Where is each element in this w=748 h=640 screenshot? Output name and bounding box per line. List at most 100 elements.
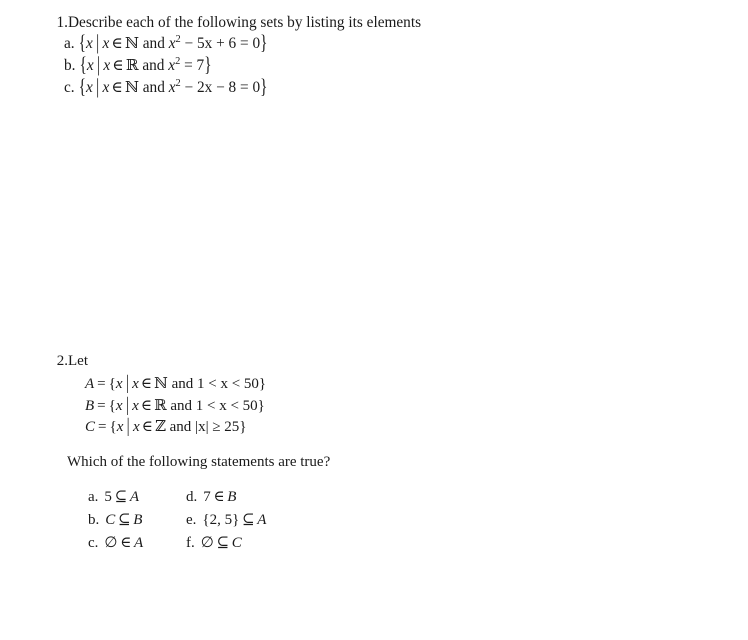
- set-builder-var: x: [115, 397, 123, 414]
- member-of-symbol: ∈: [111, 79, 123, 96]
- set-builder-var: x: [116, 419, 124, 435]
- option-d[interactable]: d. 7 ∈ B: [186, 486, 388, 509]
- number-set-symbol: ℤ: [154, 419, 166, 435]
- conjunction-word: and: [170, 397, 192, 414]
- close-brace: }: [260, 75, 268, 99]
- condition-var: x: [132, 397, 139, 414]
- option-f-right: C: [231, 535, 242, 551]
- problem-2-number: 2.: [56, 353, 68, 369]
- option-c-right: A: [133, 535, 144, 551]
- open-brace: {: [108, 376, 116, 392]
- number-set-symbol: ℕ: [124, 35, 139, 52]
- problem-2-heading-row: 2. Let: [46, 351, 706, 371]
- set-condition: 1 < x < 50: [195, 397, 258, 414]
- set-definition-c: C = {x | x ∈ ℤ and |x| ≥ 25}: [85, 415, 685, 439]
- number-set-symbol: ℝ: [125, 57, 139, 74]
- set-builder-var: x: [85, 79, 93, 96]
- conjunction-word: and: [171, 376, 194, 392]
- empty-set-symbol: ∅: [200, 535, 214, 551]
- option-b[interactable]: b. C ⊆ B: [88, 509, 186, 532]
- member-of-symbol: ∈: [213, 489, 225, 505]
- subset-symbol: ⊆: [242, 512, 255, 528]
- problem-2-question: Which of the following statements are tr…: [67, 454, 331, 470]
- condition-var: x: [132, 376, 139, 392]
- set-builder-var: x: [115, 376, 123, 392]
- subset-symbol: ⊆: [216, 535, 230, 551]
- member-of-symbol: ∈: [140, 376, 152, 392]
- option-e-expression: {2, 5} ⊆ A: [202, 509, 266, 532]
- option-f-expression: ∅ ⊆ C: [201, 532, 242, 555]
- option-a-left: 5: [104, 489, 112, 505]
- set-builder-var: x: [85, 35, 93, 52]
- set-definition-b: B = {x | x ∈ ℝ and 1 < x < 50}: [85, 394, 685, 418]
- option-f[interactable]: f. ∅ ⊆ C: [186, 532, 388, 555]
- equation-rest: = 7: [184, 57, 205, 74]
- member-of-symbol: ∈: [111, 35, 123, 52]
- open-brace: {: [108, 397, 116, 414]
- subitem-b-label: b.: [64, 57, 76, 74]
- option-d-expression: 7 ∈ B: [203, 486, 236, 509]
- open-brace: {: [78, 75, 86, 99]
- set-name-c: C: [85, 419, 96, 435]
- conjunction-word: and: [142, 57, 165, 74]
- option-c[interactable]: c. ∅ ∈ A: [88, 532, 186, 555]
- option-b-left: C: [105, 512, 116, 528]
- problem-1-subitem-b: b. {x | x ∈ ℝ and x2 = 7}: [64, 53, 704, 77]
- option-a-label: a.: [88, 489, 99, 505]
- problem-2-statement: Let: [68, 353, 88, 369]
- equation-rest: − 5x + 6 = 0: [184, 35, 261, 52]
- subitem-a-label: a.: [64, 35, 75, 52]
- number-set-symbol: ℕ: [154, 376, 168, 392]
- set-definition-list: A = {x | x ∈ ℕ and 1 < x < 50} B = {x | x ∈ ℝ and 1 …: [85, 372, 685, 439]
- number-set-symbol: ℕ: [124, 79, 139, 96]
- option-e[interactable]: e. {2, 5} ⊆ A: [186, 509, 388, 532]
- close-brace: }: [239, 419, 247, 435]
- subitem-c-label: c.: [64, 79, 75, 96]
- option-e-right: A: [257, 512, 267, 528]
- conjunction-word: and: [142, 35, 165, 52]
- option-b-right: B: [133, 512, 143, 528]
- option-d-label: d.: [186, 489, 198, 505]
- close-brace: }: [204, 53, 212, 77]
- problem-1-statement: Describe each of the following sets by l…: [68, 14, 422, 31]
- close-brace: }: [257, 397, 265, 414]
- option-f-label: f.: [186, 535, 195, 551]
- member-of-symbol: ∈: [140, 397, 152, 414]
- subset-symbol: ⊆: [117, 512, 131, 528]
- option-a-right: A: [129, 489, 140, 505]
- set-builder-divider: |: [126, 415, 130, 437]
- open-brace: {: [109, 419, 117, 435]
- set-builder-var: x: [86, 57, 94, 74]
- set-name-a: A: [85, 376, 95, 392]
- option-a[interactable]: a. 5 ⊆ A: [88, 486, 186, 509]
- close-brace: }: [260, 31, 268, 55]
- set-builder-divider: |: [96, 75, 100, 99]
- answer-options: a. 5 ⊆ A d. 7 ∈ B b. C ⊆ B e. {2, 5} ⊆ A c.: [88, 486, 388, 555]
- empty-set-symbol: ∅: [104, 535, 118, 551]
- option-e-label: e.: [186, 512, 197, 528]
- option-e-left: {2, 5}: [202, 512, 240, 528]
- option-b-expression: C ⊆ B: [105, 509, 142, 532]
- set-condition: |x| ≥ 25: [195, 419, 240, 435]
- option-a-expression: 5 ⊆ A: [104, 486, 139, 509]
- set-definition-a: A = {x | x ∈ ℕ and 1 < x < 50}: [85, 372, 685, 396]
- equation-rest: − 2x − 8 = 0: [184, 79, 261, 96]
- problem-1-subitem-a: a. {x | x ∈ ℕ and x2 − 5x + 6 = 0}: [64, 31, 704, 55]
- condition-var: x: [132, 419, 140, 435]
- answer-options-grid: a. 5 ⊆ A d. 7 ∈ B b. C ⊆ B e. {2, 5} ⊆ A c.: [88, 486, 388, 555]
- member-of-symbol: ∈: [120, 535, 132, 551]
- option-d-right: B: [227, 489, 237, 505]
- equals-sign: =: [97, 397, 106, 414]
- conjunction-word: and: [142, 79, 165, 96]
- document-page: 1. Describe each of the following sets b…: [0, 0, 748, 640]
- conjunction-word: and: [169, 419, 192, 435]
- option-d-left: 7: [203, 489, 211, 505]
- close-brace: }: [258, 376, 267, 392]
- problem-1-heading-row: 1. Describe each of the following sets b…: [46, 12, 706, 33]
- set-condition: 1 < x < 50: [196, 376, 259, 392]
- equals-sign: =: [97, 376, 106, 392]
- problem-1-subitem-c: c. {x | x ∈ ℕ and x2 − 2x − 8 = 0}: [64, 75, 704, 99]
- subitem-c-math: {x | x ∈ ℕ and x2 − 2x − 8 = 0}: [79, 75, 268, 99]
- set-name-b: B: [85, 397, 95, 414]
- option-c-label: c.: [88, 535, 99, 551]
